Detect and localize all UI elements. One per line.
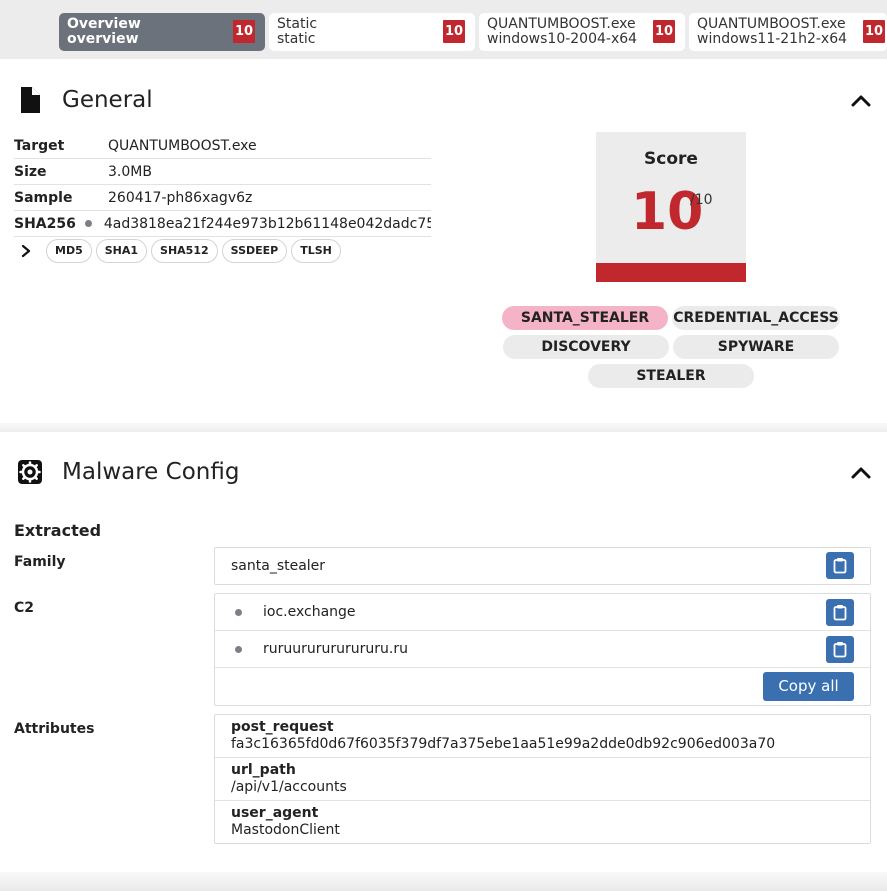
bullet-icon — [85, 220, 92, 227]
copy-c2-button[interactable] — [826, 599, 854, 626]
hash-buttons: MD5 SHA1 SHA512 SSDEEP TLSH — [20, 239, 345, 263]
info-row-sha256: SHA256 4ad3818ea21f244e973b12b61148e042d… — [14, 211, 431, 237]
c2-box: ioc.exchange ruruururururururu.ru Copy a… — [214, 593, 871, 706]
tab-windows11-title: QUANTUMBOOST.exe — [697, 16, 846, 32]
tag-santa-stealer[interactable]: SANTA_STEALER — [502, 306, 668, 330]
hash-md5-button[interactable]: MD5 — [46, 239, 92, 263]
attribute-row: url_path /api/v1/accounts — [215, 758, 870, 801]
info-row-target: Target QUANTUMBOOST.exe — [14, 133, 431, 159]
hash-sha512-button[interactable]: SHA512 — [151, 239, 218, 263]
attribute-row: user_agent MastodonClient — [215, 801, 870, 844]
tab-overview-title: Overview — [67, 16, 141, 32]
general-panel: General Target QUANTUMBOOST.exe Size 3.0… — [0, 59, 887, 423]
tab-windows10-title: QUANTUMBOOST.exe — [487, 16, 636, 32]
info-key: Sample — [14, 189, 73, 206]
info-key: SHA256 — [14, 215, 76, 232]
clipboard-icon — [833, 642, 847, 658]
attribute-value: fa3c16365fd0d67f6035f379df7a375ebe1aa51e… — [231, 736, 776, 752]
attribute-key: user_agent — [231, 805, 319, 821]
bullet-icon — [235, 608, 242, 616]
score-label: Score — [644, 149, 698, 169]
family-value: santa_stealer — [231, 558, 326, 574]
tab-overview[interactable]: Overview overview 10 — [59, 13, 265, 51]
file-icon — [21, 87, 40, 113]
malware-config-panel: Malware Config Extracted Family santa_st… — [0, 432, 887, 872]
malware-config-title: Malware Config — [62, 459, 240, 485]
c2-actions-row: Copy all — [215, 668, 870, 705]
info-value: QUANTUMBOOST.exe — [108, 137, 257, 154]
family-row: santa_stealer — [215, 548, 870, 584]
copy-c2-button[interactable] — [826, 636, 854, 663]
attributes-label: Attributes — [14, 721, 95, 737]
info-row-sample: Sample 260417-ph86xagv6z — [14, 185, 431, 211]
attribute-key: url_path — [231, 762, 296, 778]
score-box: Score 10 /10 — [596, 132, 746, 282]
info-value: 3.0MB — [108, 163, 152, 180]
collapse-general-icon[interactable] — [850, 92, 872, 108]
family-label: Family — [14, 554, 66, 570]
info-value[interactable]: 4ad3818ea21f244e973b12b61148e042dadc75..… — [104, 216, 431, 232]
hash-tlsh-button[interactable]: TLSH — [291, 239, 341, 263]
copy-all-button[interactable]: Copy all — [763, 672, 854, 701]
gear-icon — [18, 460, 42, 484]
tag-spyware[interactable]: SPYWARE — [673, 335, 839, 359]
analysis-tabbar: Overview overview 10 Static static 10 QU… — [0, 0, 887, 59]
score-value: 10 — [631, 182, 704, 242]
hash-ssdeep-button[interactable]: SSDEEP — [221, 239, 288, 263]
collapse-config-icon[interactable] — [850, 464, 872, 480]
tab-static-score-badge: 10 — [443, 20, 465, 43]
general-title: General — [62, 87, 153, 113]
tag-credential-access[interactable]: CREDENTIAL_ACCESS — [672, 306, 840, 330]
c2-value: ruruururururururu.ru — [263, 641, 408, 657]
family-box: santa_stealer — [214, 547, 871, 585]
tab-windows10[interactable]: QUANTUMBOOST.exe windows10-2004-x64 10 — [479, 13, 685, 51]
tab-windows11-subtitle: windows11-21h2-x64 — [697, 31, 848, 47]
panel-divider — [0, 872, 887, 891]
score-max: /10 — [690, 192, 713, 208]
extracted-heading: Extracted — [14, 521, 102, 540]
tab-static[interactable]: Static static 10 — [269, 13, 475, 51]
c2-row: ioc.exchange — [215, 594, 870, 631]
c2-row: ruruururururururu.ru — [215, 631, 870, 668]
info-row-size: Size 3.0MB — [14, 159, 431, 185]
tab-windows10-score-badge: 10 — [653, 20, 675, 43]
tag-stealer[interactable]: STEALER — [588, 364, 754, 388]
c2-value: ioc.exchange — [263, 604, 356, 620]
info-key: Target — [14, 137, 65, 154]
chevron-right-icon[interactable] — [20, 244, 32, 258]
c2-label: C2 — [14, 600, 35, 616]
tag-discovery[interactable]: DISCOVERY — [503, 335, 669, 359]
attributes-box: post_request fa3c16365fd0d67f6035f379df7… — [214, 714, 871, 844]
tab-overview-score-badge: 10 — [233, 20, 255, 43]
hash-sha1-button[interactable]: SHA1 — [95, 239, 148, 263]
clipboard-icon — [833, 558, 847, 574]
info-value: 260417-ph86xagv6z — [108, 189, 253, 206]
tab-windows11[interactable]: QUANTUMBOOST.exe windows11-21h2-x64 10 — [689, 13, 887, 51]
attribute-row: post_request fa3c16365fd0d67f6035f379df7… — [215, 715, 870, 758]
copy-family-button[interactable] — [826, 552, 854, 579]
attribute-value: /api/v1/accounts — [231, 779, 347, 795]
file-info-table: Target QUANTUMBOOST.exe Size 3.0MB Sampl… — [14, 133, 431, 237]
attribute-value: MastodonClient — [231, 822, 340, 838]
tab-windows11-score-badge: 10 — [863, 20, 885, 43]
bullet-icon — [235, 645, 242, 653]
score-bar — [596, 263, 746, 282]
info-key: Size — [14, 163, 47, 180]
tab-static-title: Static — [277, 16, 318, 32]
clipboard-icon — [833, 605, 847, 621]
attribute-key: post_request — [231, 719, 334, 735]
